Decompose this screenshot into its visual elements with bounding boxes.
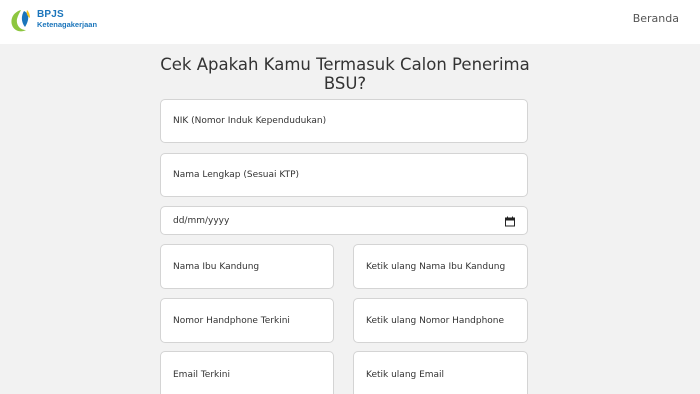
calendar-icon[interactable] [505, 211, 515, 230]
bpjs-logo[interactable]: BPJS Ketenagakerjaan [8, 8, 118, 34]
nik-input[interactable]: NIK (Nomor Induk Kependudukan) [160, 99, 528, 143]
phone-confirm-placeholder: Ketik ulang Nomor Handphone [366, 315, 505, 326]
email-confirm-input[interactable]: Ketik ulang Email [353, 351, 528, 394]
nik-placeholder: NIK (Nomor Induk Kependudukan) [173, 116, 327, 126]
bpjs-logo-mark-icon [11, 10, 30, 32]
phone-input[interactable]: Nomor Handphone Terkini [160, 298, 334, 343]
logo-name-primary: BPJS [37, 9, 64, 20]
phone-confirm-input[interactable]: Ketik ulang Nomor Handphone [353, 298, 528, 343]
mother-name-confirm-placeholder: Ketik ulang Nama Ibu Kandung [366, 261, 506, 272]
phone-placeholder: Nomor Handphone Terkini [173, 315, 290, 326]
email-input[interactable]: Email Terkini [160, 351, 334, 394]
birth-date-placeholder: dd/mm/yyyy [173, 215, 230, 226]
full-name-placeholder: Nama Lengkap (Sesuai KTP) [173, 170, 300, 180]
mother-name-placeholder: Nama Ibu Kandung [173, 261, 260, 272]
nav-beranda-link[interactable]: Beranda [633, 12, 679, 25]
email-placeholder: Email Terkini [173, 370, 230, 380]
mother-name-confirm-input[interactable]: Ketik ulang Nama Ibu Kandung [353, 244, 528, 289]
email-confirm-placeholder: Ketik ulang Email [366, 370, 445, 380]
mother-name-input[interactable]: Nama Ibu Kandung [160, 244, 334, 289]
form-title: Cek Apakah Kamu Termasuk Calon Penerima … [160, 55, 530, 93]
birth-date-input[interactable]: dd/mm/yyyy [160, 206, 528, 235]
full-name-input[interactable]: Nama Lengkap (Sesuai KTP) [160, 153, 528, 197]
logo-name-secondary: Ketenagakerjaan [37, 20, 98, 29]
top-header: BPJS Ketenagakerjaan Beranda [0, 0, 700, 44]
